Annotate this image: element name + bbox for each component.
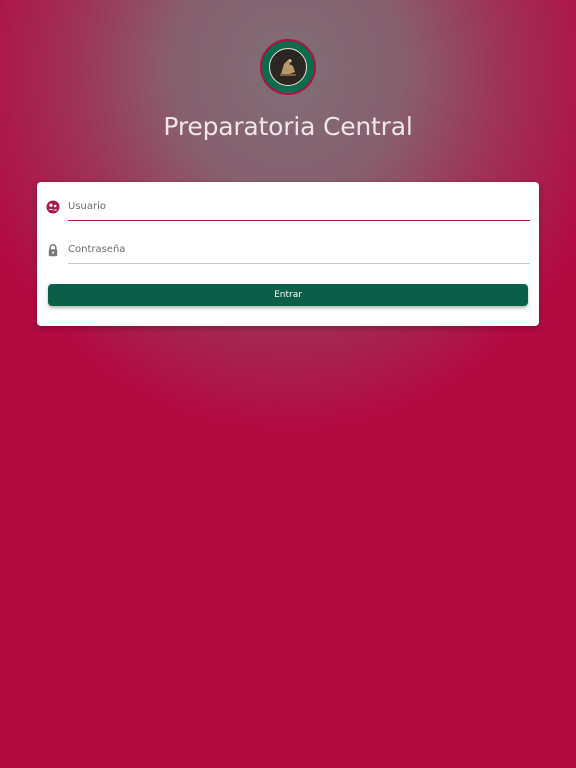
username-field[interactable] — [68, 193, 530, 221]
seal-emblem — [269, 48, 307, 86]
eagle-icon — [280, 59, 296, 76]
password-field[interactable] — [68, 236, 530, 264]
lock-icon — [48, 244, 58, 257]
username-input[interactable] — [68, 193, 530, 220]
submit-button[interactable]: Entrar — [48, 284, 528, 306]
school-seal-icon — [260, 39, 316, 95]
page-title: Preparatoria Central — [163, 112, 413, 141]
login-card: Entrar — [37, 182, 539, 326]
user-badge-icon — [46, 200, 60, 214]
password-input[interactable] — [68, 236, 530, 263]
